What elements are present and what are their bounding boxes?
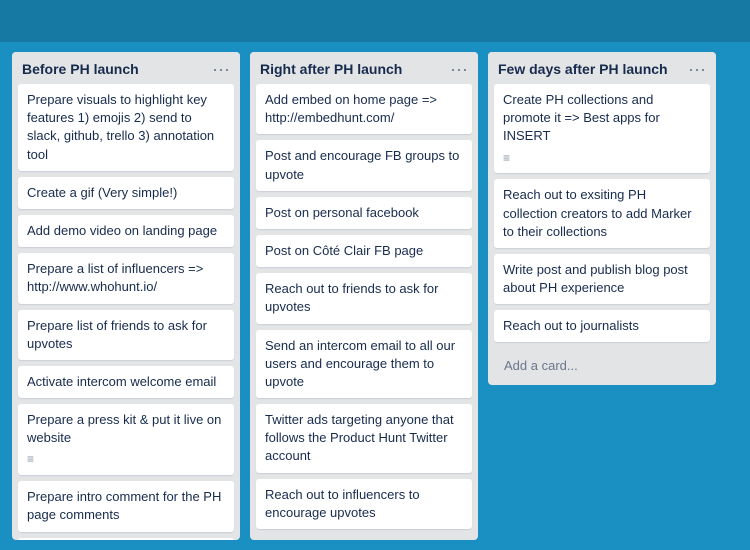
- card-attachment-icon: ≡: [27, 451, 225, 468]
- card[interactable]: Reach out to exsiting PH collection crea…: [494, 179, 710, 248]
- card[interactable]: Reach out and try to convince an influen…: [18, 538, 234, 540]
- card[interactable]: Create a gif (Very simple!): [18, 177, 234, 209]
- card-text: Prepare list of friends to ask for upvot…: [27, 318, 207, 351]
- card-text: Prepare intro comment for the PH page co…: [27, 489, 221, 522]
- card[interactable]: Reach out to influencers to encourage up…: [256, 479, 472, 529]
- column-few-days-after: Few days after PH launch ··· Create PH col…: [488, 52, 716, 385]
- add-card-area-few-days-after: Add a card...: [488, 348, 716, 385]
- card[interactable]: Twitter ads targeting anyone that follow…: [256, 404, 472, 473]
- card-text: Post on Côté Clair FB page: [265, 243, 423, 258]
- card[interactable]: Reach out to friends to ask for upvotes: [256, 273, 472, 323]
- column-menu-right-after[interactable]: ···: [450, 60, 468, 78]
- column-title-right-after: Right after PH launch: [260, 61, 402, 77]
- card-text: Activate intercom welcome email: [27, 374, 216, 389]
- card-text: Prepare visuals to highlight key feature…: [27, 92, 214, 162]
- column-header-few-days-after: Few days after PH launch ···: [488, 52, 716, 84]
- card[interactable]: Add embed on home page => http://embedhu…: [256, 84, 472, 134]
- column-title-few-days-after: Few days after PH launch: [498, 61, 668, 77]
- card-text: Add embed on home page => http://embedhu…: [265, 92, 437, 125]
- card-text: Twitter ads targeting anyone that follow…: [265, 412, 454, 463]
- column-menu-few-days-after[interactable]: ···: [688, 60, 706, 78]
- card-text: Add demo video on landing page: [27, 223, 217, 238]
- card-text: Reach out to journalists: [503, 318, 639, 333]
- card-text: Create a gif (Very simple!): [27, 185, 177, 200]
- card-text: Reach out to exsiting PH collection crea…: [503, 187, 692, 238]
- card-text: Post on personal facebook: [265, 205, 419, 220]
- column-header-before: Before PH launch ···: [12, 52, 240, 84]
- card-text: Write post and publish blog post about P…: [503, 262, 688, 295]
- card-attachment-icon: ≡: [503, 150, 701, 167]
- card[interactable]: Prepare intro comment for the PH page co…: [18, 481, 234, 531]
- card[interactable]: Activate intercom welcome email: [18, 366, 234, 398]
- card-text: Prepare a press kit & put it live on web…: [27, 412, 221, 445]
- cards-list-few-days-after: Create PH collections and promote it => …: [488, 84, 716, 348]
- card[interactable]: Prepare a list of influencers => http://…: [18, 253, 234, 303]
- cards-list-right-after: Add embed on home page => http://embedhu…: [250, 84, 478, 535]
- column-menu-before[interactable]: ···: [212, 60, 230, 78]
- card[interactable]: Post and encourage FB groups to upvote: [256, 140, 472, 190]
- card[interactable]: Prepare list of friends to ask for upvot…: [18, 310, 234, 360]
- card-text: Reach out to friends to ask for upvotes: [265, 281, 438, 314]
- card[interactable]: Send an intercom email to all our users …: [256, 330, 472, 399]
- card[interactable]: Post on personal facebook: [256, 197, 472, 229]
- add-card-area-right-after: Add a card...: [250, 535, 478, 540]
- column-header-right-after: Right after PH launch ···: [250, 52, 478, 84]
- card[interactable]: Add demo video on landing page: [18, 215, 234, 247]
- board: Before PH launch ··· Prepare visuals to hi…: [0, 42, 750, 550]
- card[interactable]: Create PH collections and promote it => …: [494, 84, 710, 173]
- card-text: Create PH collections and promote it => …: [503, 92, 660, 143]
- card[interactable]: Prepare visuals to highlight key feature…: [18, 84, 234, 171]
- header: [0, 0, 750, 42]
- column-before: Before PH launch ··· Prepare visuals to hi…: [12, 52, 240, 540]
- card[interactable]: Post on Côté Clair FB page: [256, 235, 472, 267]
- card[interactable]: Write post and publish blog post about P…: [494, 254, 710, 304]
- card-text: Prepare a list of influencers => http://…: [27, 261, 203, 294]
- column-right-after: Right after PH launch ··· Add embed on hom…: [250, 52, 478, 540]
- column-title-before: Before PH launch: [22, 61, 139, 77]
- cards-list-before: Prepare visuals to highlight key feature…: [12, 84, 240, 540]
- card-text: Reach out to influencers to encourage up…: [265, 487, 420, 520]
- card-text: Send an intercom email to all our users …: [265, 338, 455, 389]
- card[interactable]: Prepare a press kit & put it live on web…: [18, 404, 234, 475]
- card[interactable]: Reach out to journalists: [494, 310, 710, 342]
- card-text: Post and encourage FB groups to upvote: [265, 148, 459, 181]
- add-card-button-few-days-after[interactable]: Add a card...: [498, 354, 584, 377]
